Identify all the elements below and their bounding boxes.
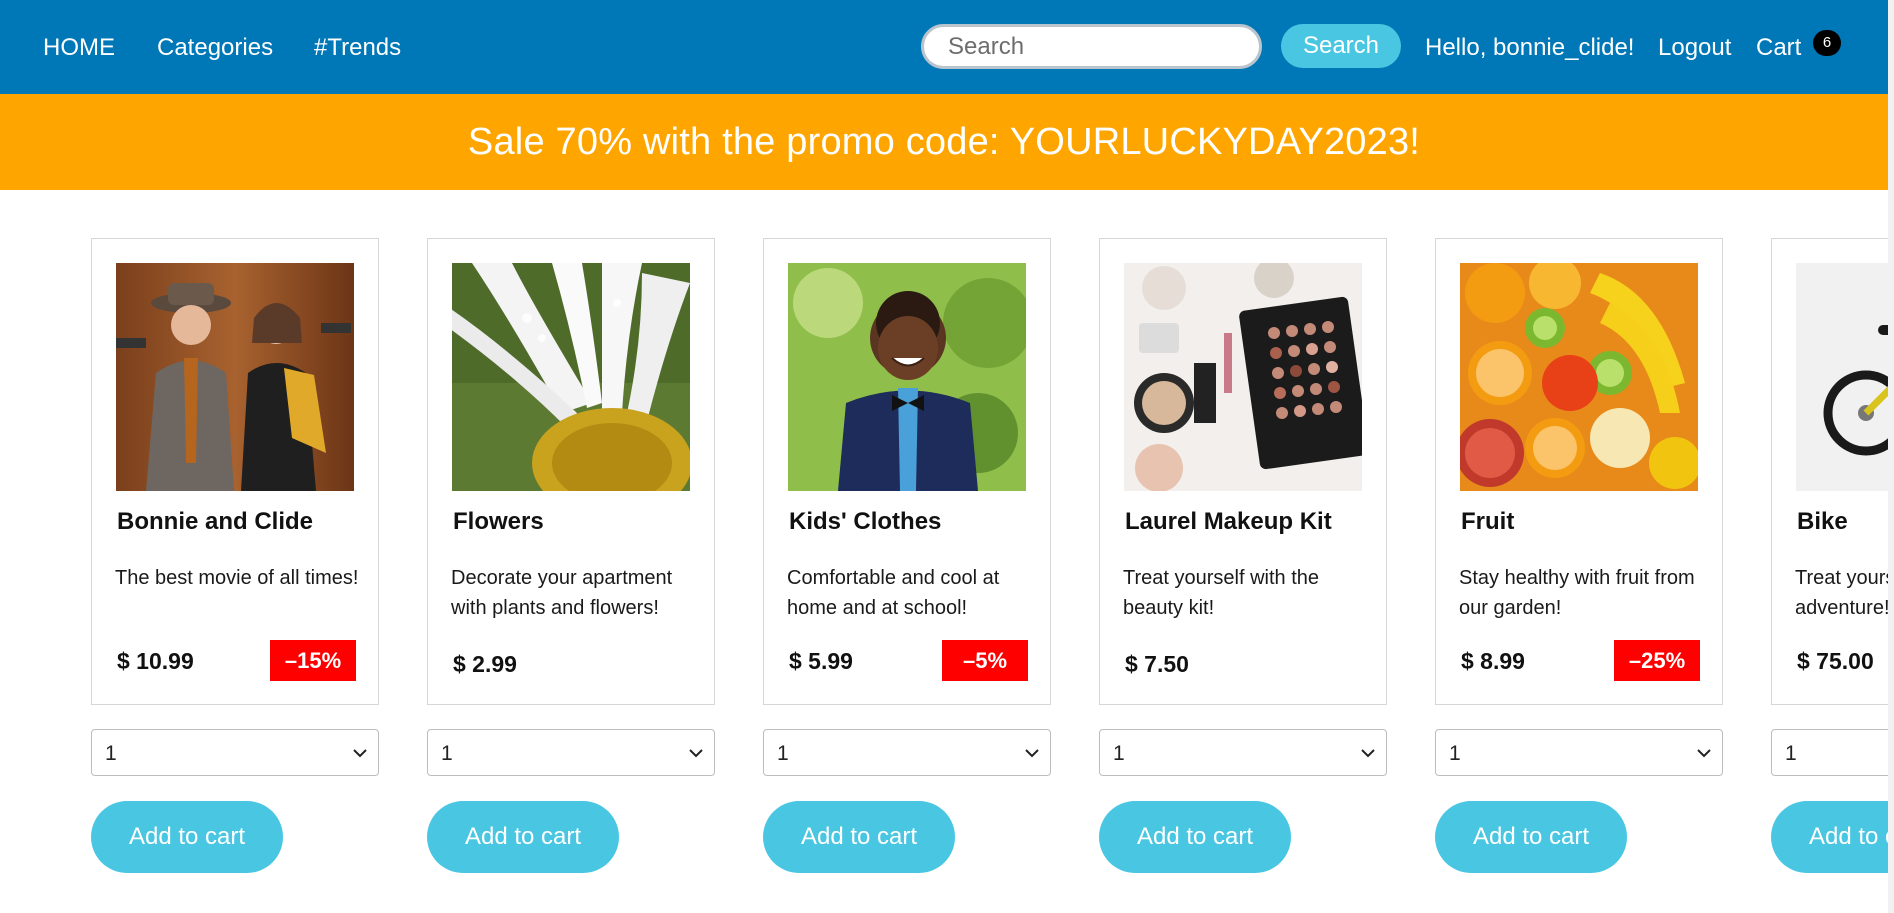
quantity-value: 1: [1113, 742, 1125, 765]
product-card-flowers: Flowers Decorate your apartment with pla…: [427, 238, 715, 878]
quantity-select[interactable]: 1: [1435, 729, 1723, 776]
product-card-body: Bike Treat yourself to an adventure! $ 7…: [1771, 238, 1888, 705]
product-card-body: Bonnie and Clide The best movie of all t…: [91, 238, 379, 705]
product-description: Comfortable and cool at home and at scho…: [787, 567, 1000, 619]
product-price: $ 8.99: [1461, 648, 1525, 674]
quantity-select[interactable]: 1: [763, 729, 1051, 776]
discount-badge: –25%: [1614, 640, 1700, 681]
makeup-kit-image: [1124, 263, 1362, 491]
product-description: Treat yourself to an adventure!: [1795, 567, 1888, 619]
movie-poster-image: [116, 263, 354, 491]
chevron-down-icon: [1697, 749, 1711, 758]
product-title[interactable]: Bike: [1797, 508, 1848, 536]
product-price: $ 2.99: [453, 651, 517, 677]
daisy-flower-image: [452, 263, 690, 491]
product-price: $ 10.99: [117, 648, 194, 674]
fruit-image: [1460, 263, 1698, 491]
product-card-bike: Bike Treat yourself to an adventure! $ 7…: [1771, 238, 1888, 878]
add-to-cart-button[interactable]: Add to cart: [1435, 801, 1627, 873]
product-price: $ 5.99: [789, 648, 853, 674]
product-title[interactable]: Kids' Clothes: [789, 508, 941, 536]
product-price: $ 75.00: [1797, 648, 1874, 674]
product-card-body: Laurel Makeup Kit Treat yourself with th…: [1099, 238, 1387, 705]
product-description: Decorate your apartment with plants and …: [451, 567, 673, 619]
add-to-cart-button[interactable]: Add to cart: [1099, 801, 1291, 873]
add-to-cart-button[interactable]: Add to cart: [763, 801, 955, 873]
product-title[interactable]: Flowers: [453, 508, 544, 536]
quantity-value: 1: [777, 742, 789, 765]
bike-image: [1796, 263, 1888, 491]
chevron-down-icon: [1361, 749, 1375, 758]
product-card-body: Fruit Stay healthy with fruit from our g…: [1435, 238, 1723, 705]
product-card-body: Kids' Clothes Comfortable and cool at ho…: [763, 238, 1051, 705]
discount-badge: –15%: [270, 640, 356, 681]
add-to-cart-button[interactable]: Add to cart: [1771, 801, 1888, 873]
chevron-down-icon: [1025, 749, 1039, 758]
add-to-cart-button[interactable]: Add to cart: [427, 801, 619, 873]
quantity-select[interactable]: 1: [1771, 729, 1888, 776]
product-card-fruit: Fruit Stay healthy with fruit from our g…: [1435, 238, 1723, 878]
chevron-down-icon: [353, 749, 367, 758]
product-title[interactable]: Fruit: [1461, 508, 1514, 536]
quantity-value: 1: [1785, 742, 1797, 765]
product-card-bonnie-and-clide: Bonnie and Clide The best movie of all t…: [91, 238, 379, 878]
page-scrollbar[interactable]: [1888, 0, 1894, 913]
product-description: The best movie of all times!: [115, 567, 359, 589]
quantity-select[interactable]: 1: [91, 729, 379, 776]
product-description: Treat yourself with the beauty kit!: [1123, 567, 1320, 619]
product-list: Bonnie and Clide The best movie of all t…: [0, 0, 1888, 913]
quantity-select[interactable]: 1: [427, 729, 715, 776]
product-title[interactable]: Bonnie and Clide: [117, 508, 313, 536]
product-price: $ 7.50: [1125, 651, 1189, 677]
chevron-down-icon: [689, 749, 703, 758]
quantity-value: 1: [105, 742, 117, 765]
product-title[interactable]: Laurel Makeup Kit: [1125, 508, 1332, 536]
add-to-cart-button[interactable]: Add to cart: [91, 801, 283, 873]
quantity-value: 1: [1449, 742, 1461, 765]
product-card-body: Flowers Decorate your apartment with pla…: [427, 238, 715, 705]
quantity-value: 1: [441, 742, 453, 765]
product-card-laurel-makeup-kit: Laurel Makeup Kit Treat yourself with th…: [1099, 238, 1387, 878]
discount-badge: –5%: [942, 640, 1028, 681]
smiling-kid-image: [788, 263, 1026, 491]
quantity-select[interactable]: 1: [1099, 729, 1387, 776]
product-description: Stay healthy with fruit from our garden!: [1459, 567, 1695, 619]
product-card-kids-clothes: Kids' Clothes Comfortable and cool at ho…: [763, 238, 1051, 878]
